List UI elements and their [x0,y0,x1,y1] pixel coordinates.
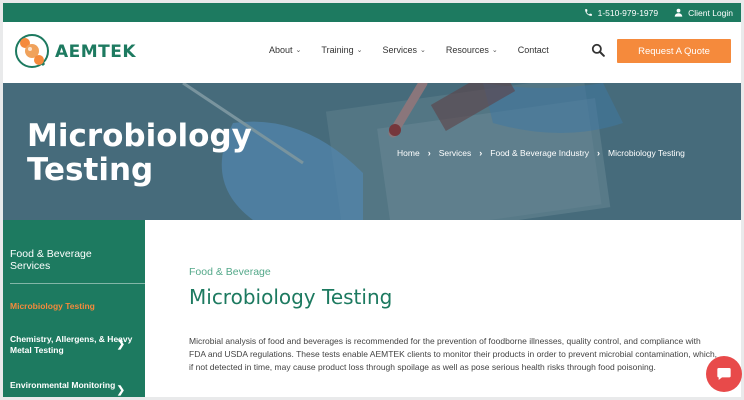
chevron-right-icon: ❯ [116,385,125,396]
nav-contact-label: Contact [517,45,549,55]
main-menu: About ⌄ Training ⌄ Services ⌄ Resources … [269,45,569,55]
logo-text: AEMTEK [55,41,137,62]
chat-bubble-icon [717,368,731,380]
breadcrumb: Home › Services › Food & Beverage Indust… [397,148,685,158]
nav-training[interactable]: Training ⌄ [321,45,362,55]
main-navbar: AEMTEK About ⌄ Training ⌄ Services ⌄ Res… [3,22,741,83]
sidebar-item-chemistry[interactable]: Chemistry, Allergens, & Heavy Metal Test… [10,334,140,356]
chat-button[interactable] [706,356,742,392]
chevron-down-icon: ⌄ [491,47,498,54]
nav-resources[interactable]: Resources ⌄ [446,45,498,55]
client-login-link[interactable]: Client Login [674,8,733,18]
nav-about-label: About [269,45,293,55]
sidebar-divider [10,283,156,284]
nav-resources-label: Resources [445,45,489,55]
chevron-down-icon: ⌄ [295,47,302,54]
user-icon [674,8,683,17]
chevron-right-icon: › [479,148,483,158]
client-login-label: Client Login [688,7,733,18]
nav-services[interactable]: Services ⌄ [382,45,425,55]
services-sidebar: Food & Beverage Services Microbiology Te… [3,220,156,397]
phone-link[interactable]: 1-510-979-1979 [584,7,659,18]
nav-contact[interactable]: Contact [518,45,549,55]
phone-icon [584,9,592,16]
top-bar: 1-510-979-1979 Client Login [3,3,741,22]
intro-paragraph: Microbial analysis of food and beverages… [189,336,718,372]
breadcrumb-home[interactable]: Home [397,148,420,158]
breadcrumb-food-beverage[interactable]: Food & Beverage Industry [490,148,589,158]
nav-services-label: Services [382,45,417,55]
hero-title: Microbiology Testing [27,119,252,187]
page-title: Microbiology Testing [189,285,393,309]
chevron-right-icon: › [427,148,431,158]
search-icon[interactable] [591,43,605,57]
breadcrumb-services[interactable]: Services [439,148,472,158]
chevron-right-icon: ❯ [116,339,125,350]
nav-training-label: Training [321,45,354,55]
phone-number: 1-510-979-1979 [597,7,659,18]
chevron-right-icon: › [597,148,601,158]
sidebar-item-microbiology[interactable]: Microbiology Testing [10,301,95,311]
aemtek-logo-icon [15,34,49,68]
sidebar-item-label: Chemistry, Allergens, & Heavy Metal Test… [10,334,133,355]
logo[interactable]: AEMTEK [13,29,136,74]
hero-title-line-2: Testing [27,152,154,188]
sidebar-title: Food & Beverage Services [10,248,92,272]
chevron-down-icon: ⌄ [419,47,426,54]
breadcrumb-current: Microbiology Testing [608,148,685,158]
section-eyebrow: Food & Beverage [189,266,271,278]
request-quote-button[interactable]: Request A Quote [617,39,731,63]
chevron-down-icon: ⌄ [356,47,363,54]
nav-about[interactable]: About ⌄ [269,45,301,55]
page-frame: 1-510-979-1979 Client Login AEMTEK About… [3,3,741,397]
sidebar-item-environmental[interactable]: Environmental Monitoring ❯ [10,380,140,396]
hero-title-line-1: Microbiology [27,118,252,154]
hero-banner: Microbiology Testing Home › Services › F… [3,83,741,220]
sidebar-item-label: Environmental Monitoring [10,380,116,390]
